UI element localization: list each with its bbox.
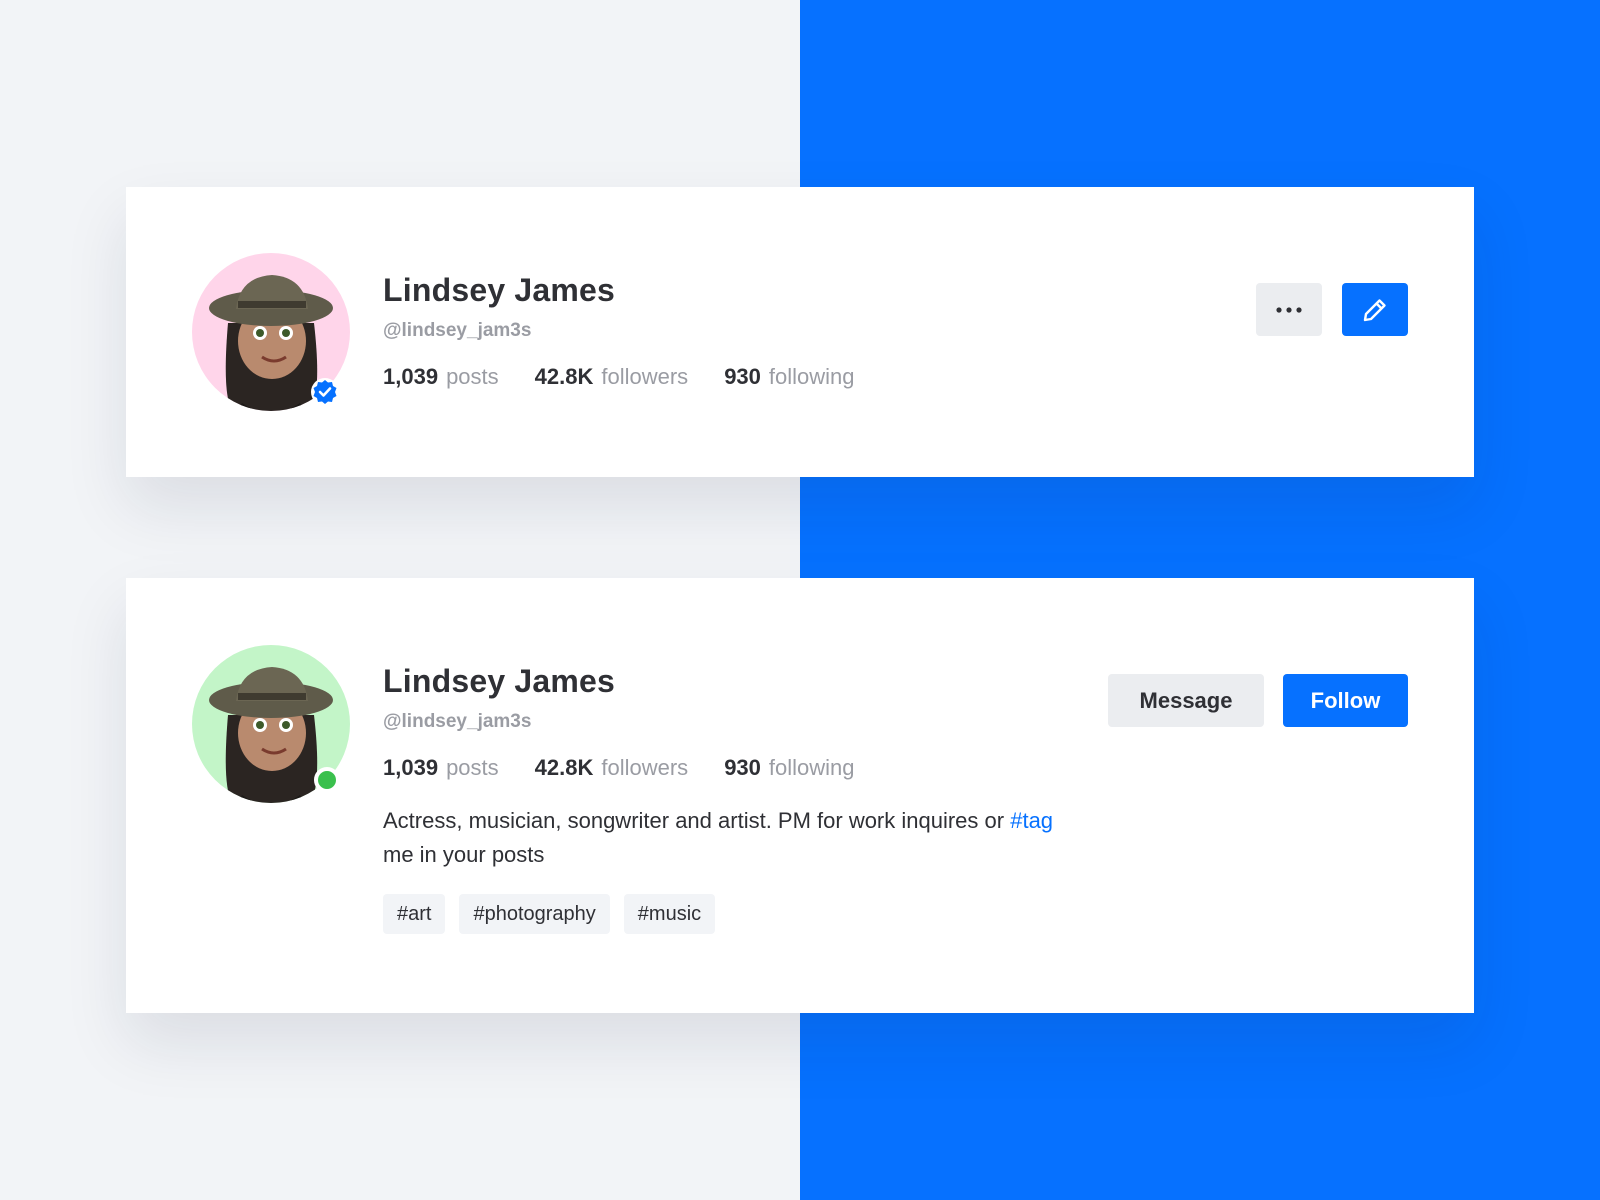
stat-followers[interactable]: 42.8K followers <box>535 754 689 782</box>
profile-name: Lindsey James <box>383 272 616 308</box>
stat-label: posts <box>446 755 499 780</box>
stat-following[interactable]: 930 following <box>724 754 854 782</box>
profile-card-detailed: Lindsey James @lindsey_jam3s 1,039 posts… <box>126 578 1474 1013</box>
tag-chip[interactable]: #music <box>623 894 716 934</box>
stat-value: 930 <box>724 364 761 389</box>
profile-handle[interactable]: @lindsey_jam3s <box>383 319 891 343</box>
stat-label: following <box>768 755 855 780</box>
tag-chip[interactable]: #photography <box>459 894 610 934</box>
bio-text: Actress, musician, songwriter and artist… <box>383 808 1011 833</box>
avatar[interactable] <box>192 253 350 411</box>
follow-button[interactable]: Follow <box>1283 674 1408 727</box>
profile-handle[interactable]: @lindsey_jam3s <box>383 710 1063 734</box>
profile-info: Lindsey James @lindsey_jam3s 1,039 posts… <box>383 271 891 391</box>
stat-value: 1,039 <box>383 755 439 780</box>
bio-text: me in your posts <box>383 842 545 867</box>
stat-value: 42.8K <box>534 755 594 780</box>
bio-tag-link[interactable]: #tag <box>1010 808 1053 833</box>
stat-label: followers <box>601 364 689 389</box>
stat-posts[interactable]: 1,039 posts <box>383 363 499 391</box>
more-horizontal-icon <box>1276 306 1302 313</box>
edit-profile-button[interactable] <box>1342 283 1408 336</box>
avatar[interactable] <box>192 645 350 803</box>
stat-label: followers <box>601 755 689 780</box>
stat-posts[interactable]: 1,039 posts <box>383 754 499 782</box>
stat-followers[interactable]: 42.8K followers <box>535 363 689 391</box>
tag-chip[interactable]: #art <box>383 894 446 934</box>
stat-value: 42.8K <box>534 364 594 389</box>
stat-following[interactable]: 930 following <box>724 363 854 391</box>
stat-label: following <box>768 364 855 389</box>
profile-bio: Actress, musician, songwriter and artist… <box>383 804 1063 872</box>
profile-stats: 1,039 posts 42.8K followers 930 followin… <box>383 754 1063 782</box>
stat-label: posts <box>446 364 499 389</box>
verified-badge-icon <box>311 378 339 406</box>
profile-name: Lindsey James <box>383 663 616 699</box>
interest-tags: #art #photography #music <box>383 894 1063 934</box>
pencil-icon <box>1363 298 1386 321</box>
online-status-indicator <box>314 767 340 793</box>
profile-stats: 1,039 posts 42.8K followers 930 followin… <box>383 363 891 391</box>
more-options-button[interactable] <box>1256 283 1322 336</box>
stat-value: 930 <box>724 755 761 780</box>
message-button[interactable]: Message <box>1108 674 1264 727</box>
stat-value: 1,039 <box>383 364 439 389</box>
profile-card-compact: Lindsey James @lindsey_jam3s 1,039 posts… <box>126 187 1474 477</box>
profile-info: Lindsey James @lindsey_jam3s 1,039 posts… <box>383 662 1063 934</box>
